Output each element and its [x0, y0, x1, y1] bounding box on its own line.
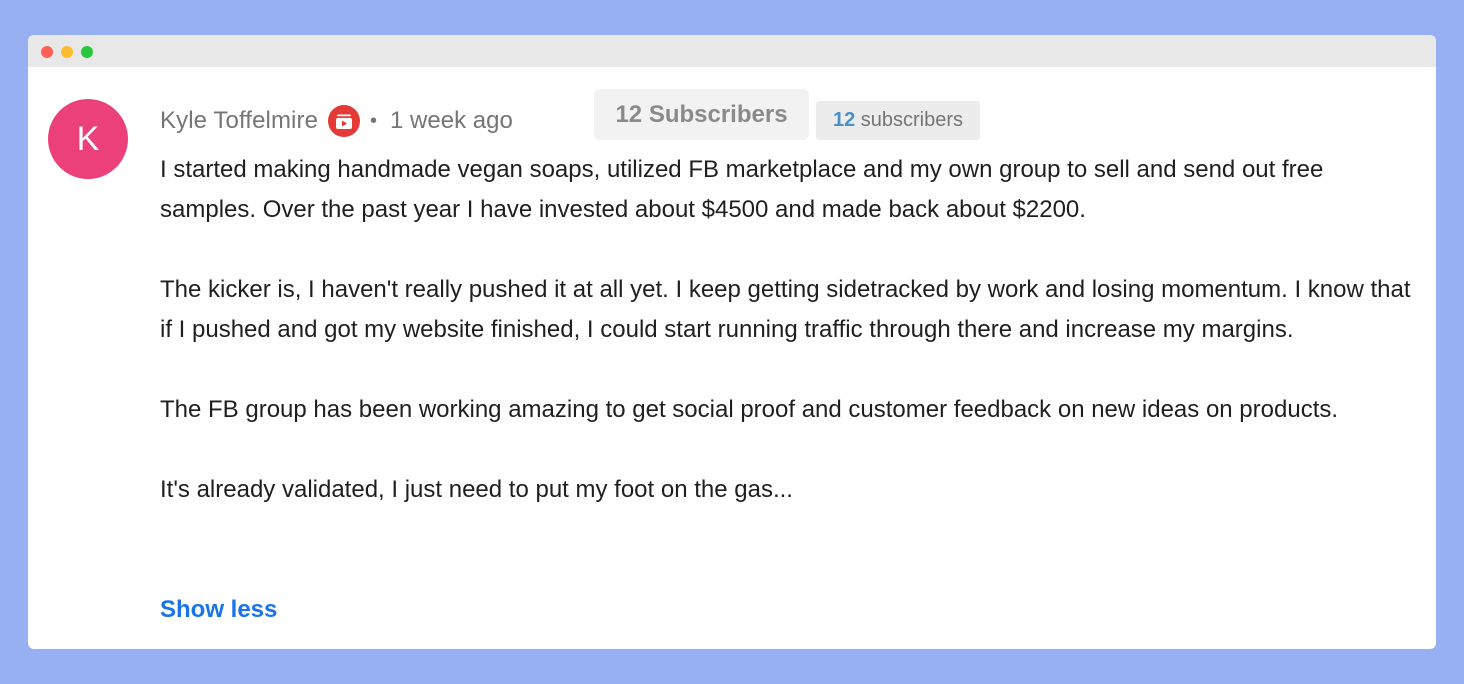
minimize-window-button[interactable] — [61, 46, 73, 58]
avatar[interactable]: K — [48, 99, 128, 179]
subscriber-count-chip: 12 Subscribers — [594, 89, 809, 140]
maximize-window-button[interactable] — [81, 46, 93, 58]
comment-paragraph: The kicker is, I haven't really pushed i… — [160, 276, 1411, 343]
comment-paragraph: The FB group has been working amazing to… — [160, 396, 1339, 423]
comment-paragraph: It's already validated, I just need to p… — [160, 476, 793, 503]
comment-paragraph: I started making handmade vegan soaps, u… — [160, 156, 1324, 223]
show-less-button[interactable]: Show less — [160, 590, 277, 630]
close-window-button[interactable] — [41, 46, 53, 58]
subscriber-count-pill: 12 subscribers — [816, 101, 980, 140]
subscriber-count-number: 12 — [832, 109, 856, 131]
comment-body: I started making handmade vegan soaps, u… — [160, 150, 1422, 510]
comment-header: Kyle Toffelmire • 1 week ago — [160, 105, 513, 137]
window-titlebar — [28, 35, 1436, 67]
header-separator: • — [370, 109, 378, 132]
subscriber-count-label: subscribers — [860, 109, 964, 131]
author-name[interactable]: Kyle Toffelmire — [160, 107, 318, 135]
timestamp[interactable]: 1 week ago — [390, 107, 513, 135]
creator-badge-icon — [328, 105, 361, 137]
browser-window: K Kyle Toffelmire • 1 week ago 12 Subscr… — [28, 35, 1436, 649]
